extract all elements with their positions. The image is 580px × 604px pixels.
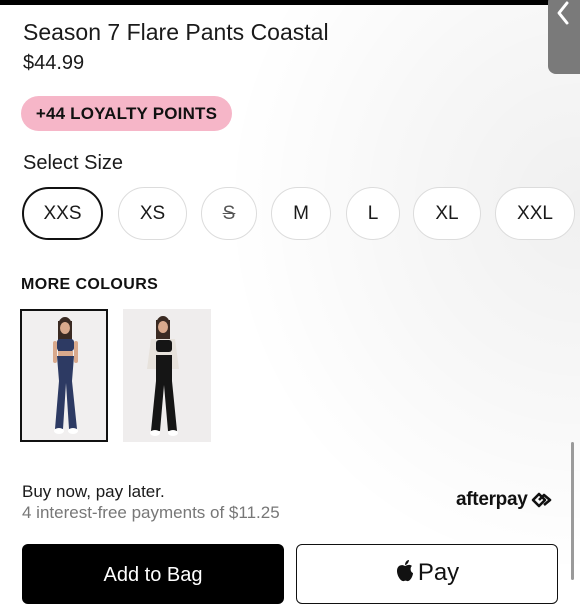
product-price: $44.99 [23, 52, 85, 74]
product-title: Season 7 Flare Pants Coastal [23, 19, 329, 45]
size-option-label: XXS [43, 202, 82, 224]
size-option-label: XL [435, 202, 459, 224]
scrollbar[interactable] [571, 442, 574, 580]
size-option-m[interactable]: M [271, 187, 331, 240]
size-option-xl[interactable]: XL [413, 187, 481, 240]
back-button[interactable] [548, 0, 580, 74]
size-option-xxs[interactable]: XXS [22, 187, 103, 240]
size-option-label: XXL [517, 202, 553, 224]
more-colours-heading: MORE COLOURS [21, 276, 159, 293]
apple-pay-button[interactable]: Pay [296, 544, 558, 604]
afterpay-wordmark: afterpay [456, 489, 528, 510]
chevron-left-icon [557, 1, 569, 25]
colour-swatch-navy[interactable] [20, 309, 108, 442]
size-option-s[interactable]: S [201, 187, 257, 240]
loyalty-points-badge: +44 LOYALTY POINTS [21, 96, 232, 131]
size-option-label: M [293, 202, 309, 224]
apple-icon [396, 560, 413, 582]
size-option-label: XS [139, 202, 166, 224]
afterpay-arrows-icon [531, 492, 551, 508]
add-to-bag-button[interactable]: Add to Bag [22, 544, 284, 604]
bnpl-headline: Buy now, pay later. [22, 482, 165, 501]
size-option-xxl[interactable]: XXL [495, 187, 575, 240]
size-option-l[interactable]: L [346, 187, 400, 240]
product-thumbnail-navy [22, 311, 106, 440]
size-option-label: S [222, 202, 236, 224]
installments-text: 4 interest-free payments of $11.25 [22, 503, 280, 522]
size-option-label: L [367, 202, 379, 224]
add-to-bag-label: Add to Bag [103, 564, 203, 586]
top-bar [0, 0, 580, 5]
size-option-xs[interactable]: XS [118, 187, 187, 240]
apple-pay-label: Pay [417, 559, 460, 586]
colour-swatch-black[interactable] [123, 309, 211, 442]
product-thumbnail-black [123, 309, 211, 442]
select-size-label: Select Size [23, 152, 124, 174]
afterpay-logo[interactable]: afterpay [456, 489, 552, 511]
